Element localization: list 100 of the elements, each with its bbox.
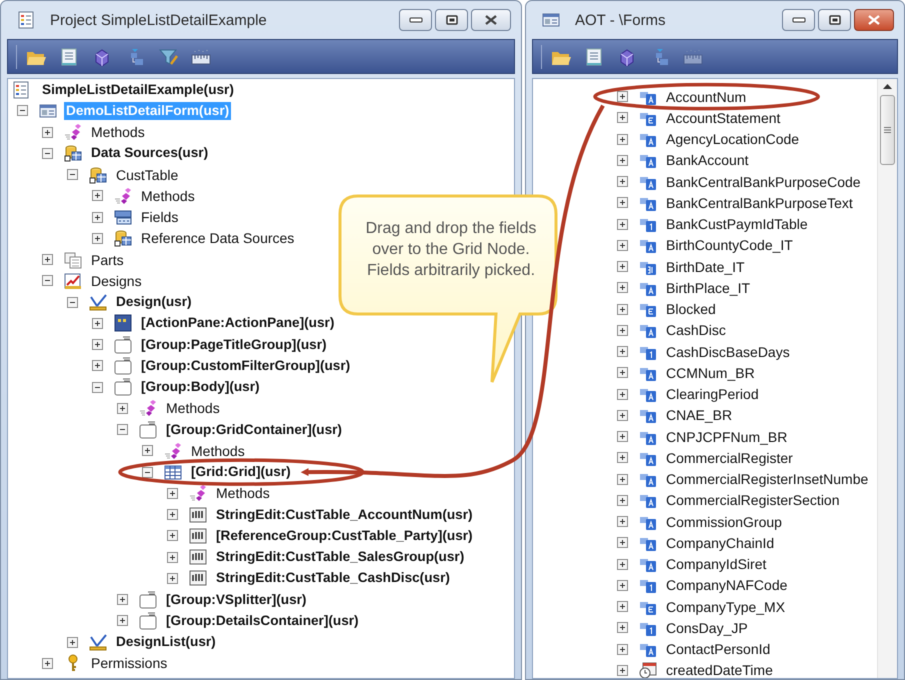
tree-item[interactable]: AccountStatement (664, 108, 782, 127)
expand-toggle[interactable] (167, 509, 178, 520)
tree-item[interactable]: CommissionGroup (664, 512, 784, 531)
expand-toggle[interactable] (92, 339, 103, 350)
expand-toggle[interactable] (92, 360, 103, 372)
tree-item[interactable]: Methods (89, 123, 147, 142)
expand-toggle[interactable] (617, 410, 628, 421)
collapse-toggle[interactable] (42, 275, 53, 286)
expand-toggle[interactable] (117, 594, 128, 606)
tree-item[interactable]: CCMNum_BR (664, 364, 757, 382)
expand-toggle[interactable] (617, 176, 628, 188)
tree-item[interactable]: BankAccount (664, 151, 750, 170)
expand-toggle[interactable] (92, 190, 103, 202)
expand-toggle[interactable] (617, 367, 628, 378)
expand-toggle[interactable] (167, 572, 178, 584)
tree-item[interactable]: createdDateTime (664, 661, 775, 678)
tree-item[interactable]: BirthCountyCode_IT (664, 236, 795, 254)
expand-toggle[interactable] (117, 402, 128, 414)
expand-toggle[interactable] (117, 615, 128, 626)
tree-item[interactable]: BankCentralBankPurposeCode (664, 172, 863, 191)
tree-item[interactable]: CommercialRegisterInsetNumbe (664, 470, 870, 488)
document-icon[interactable] (59, 46, 79, 66)
tree-item[interactable]: Data Sources(usr) (89, 144, 210, 162)
expand-toggle[interactable] (617, 134, 628, 145)
tree-item[interactable]: [Group:Body](usr) (139, 378, 262, 396)
expand-toggle[interactable] (92, 212, 103, 223)
expand-toggle[interactable] (617, 388, 628, 400)
expand-toggle[interactable] (617, 261, 628, 272)
tree-item[interactable]: [Grid:Grid](usr) (189, 463, 293, 482)
expand-toggle[interactable] (617, 474, 628, 485)
expand-toggle[interactable] (617, 622, 628, 634)
expand-toggle[interactable] (617, 664, 628, 676)
expand-toggle[interactable] (617, 112, 628, 124)
tree-item[interactable]: Methods (189, 442, 247, 460)
collapse-toggle[interactable] (67, 296, 78, 308)
tree-item[interactable]: [ActionPane:ActionPane](usr) (139, 314, 336, 332)
expand-toggle[interactable] (92, 232, 103, 244)
document-icon[interactable] (584, 46, 604, 66)
tree-item[interactable]: [Group:CustomFilterGroup](usr) (139, 356, 352, 375)
tree-item[interactable]: CompanyChainId (664, 534, 776, 552)
tree-item[interactable]: ContactPersonId (664, 640, 772, 658)
expand-toggle[interactable] (167, 488, 178, 499)
expand-toggle[interactable] (617, 452, 628, 464)
tree-item[interactable]: StringEdit:CustTable_CashDisc(usr) (214, 569, 452, 588)
tree-item[interactable]: BankCentralBankPurposeText (664, 194, 855, 212)
tree-item[interactable]: Design(usr) (114, 293, 194, 312)
tree-item[interactable]: Methods (164, 399, 222, 418)
tree-item[interactable]: Methods (139, 186, 197, 205)
expand-toggle[interactable] (617, 644, 628, 655)
collapse-toggle[interactable] (92, 382, 103, 393)
close-button[interactable] (471, 9, 511, 31)
tree-item[interactable]: [Group:PageTitleGroup](usr) (139, 336, 329, 354)
tree-item[interactable]: BankCustPaymIdTable (664, 215, 810, 234)
expand-toggle[interactable] (617, 601, 628, 612)
expand-toggle[interactable] (617, 218, 628, 230)
tree-item[interactable]: BirthPlace_IT (664, 278, 752, 297)
collapse-toggle[interactable] (117, 424, 128, 436)
tree-item[interactable]: CNPJCPFNum_BR (664, 428, 790, 446)
expand-toggle[interactable] (92, 318, 103, 329)
expand-toggle[interactable] (167, 530, 178, 542)
tree-item[interactable]: Reference Data Sources (139, 229, 296, 248)
close-button[interactable] (854, 9, 894, 31)
expand-toggle[interactable] (617, 154, 628, 166)
tree-item[interactable]: CompanyType_MX (664, 598, 788, 616)
tree-item[interactable]: CompanyIdSiret (664, 555, 768, 574)
tree-item[interactable]: CNAE_BR (664, 406, 734, 424)
expand-toggle[interactable] (617, 324, 628, 336)
tree-item[interactable]: AccountNum (664, 88, 748, 106)
expand-toggle[interactable] (617, 431, 628, 442)
tree-item[interactable]: Designs (89, 272, 144, 290)
tree-item[interactable]: CommercialRegisterSection (664, 491, 842, 510)
tree-item[interactable]: [ReferenceGroup:CustTable_Party](usr) (214, 526, 475, 545)
scrollbar[interactable] (877, 79, 897, 678)
collapse-toggle[interactable] (142, 466, 153, 478)
expand-toggle[interactable] (617, 91, 628, 102)
expand-toggle[interactable] (617, 197, 628, 208)
maximize-button[interactable] (818, 9, 851, 31)
tree-item[interactable]: BirthDate_IT (664, 258, 747, 276)
expand-toggle[interactable] (617, 537, 628, 548)
tree-item[interactable]: CompanyNAFCode (664, 576, 790, 594)
expand-toggle[interactable] (67, 636, 78, 648)
tree-item[interactable]: AgencyLocationCode (664, 130, 802, 148)
expand-toggle[interactable] (42, 126, 53, 138)
expand-toggle[interactable] (617, 516, 628, 528)
scroll-thumb[interactable] (880, 95, 895, 165)
expand-toggle[interactable] (617, 580, 628, 591)
tree-item[interactable]: Blocked (664, 300, 718, 318)
expand-toggle[interactable] (617, 346, 628, 358)
minimize-button[interactable] (782, 9, 815, 31)
tree-item[interactable]: CashDiscBaseDays (664, 342, 792, 361)
tree-item[interactable]: Parts (89, 250, 126, 269)
scroll-up-icon[interactable] (883, 83, 892, 89)
tree-item[interactable]: Methods (214, 484, 272, 502)
expand-toggle[interactable] (142, 445, 153, 456)
tree-item[interactable]: CommercialRegister (664, 448, 795, 467)
tree-item[interactable]: CashDisc (664, 321, 728, 340)
collapse-toggle[interactable] (42, 148, 53, 159)
expand-toggle[interactable] (617, 240, 628, 251)
tree-item[interactable]: StringEdit:CustTable_SalesGroup(usr) (214, 548, 466, 566)
tree-item[interactable]: CustTable (114, 166, 180, 184)
